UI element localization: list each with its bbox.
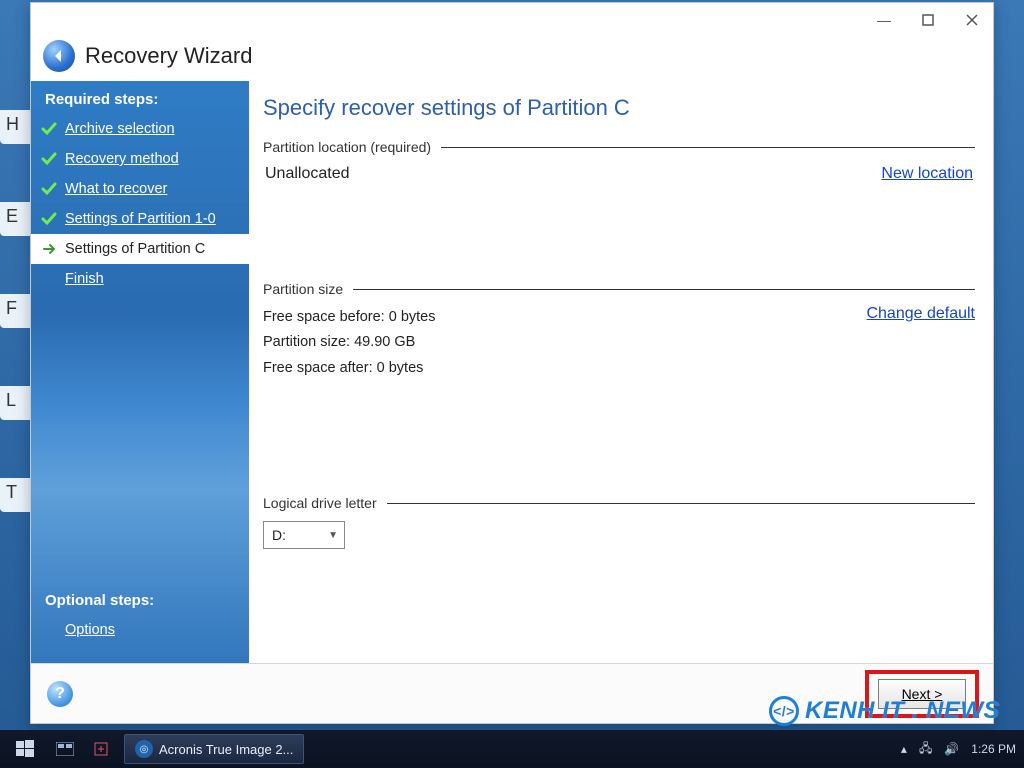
check-icon (41, 181, 57, 197)
partition-size-header: Partition size (263, 281, 975, 297)
step-label: Archive selection (65, 121, 175, 137)
partition-size-values: Free space before: 0 bytes Partition siz… (263, 305, 436, 381)
check-icon (41, 121, 57, 137)
maximize-button[interactable] (917, 9, 939, 31)
divider (353, 289, 975, 290)
step-options[interactable]: Options (31, 615, 249, 645)
divider (441, 147, 975, 148)
close-button[interactable] (961, 9, 983, 31)
page-title: Specify recover settings of Partition C (263, 95, 975, 121)
step-archive-selection[interactable]: Archive selection (31, 114, 249, 144)
partition-location-header: Partition location (required) (263, 139, 975, 155)
titlebar: — (31, 3, 993, 37)
optional-steps-list: Options (31, 615, 249, 645)
content-pane: Specify recover settings of Partition C … (249, 81, 993, 663)
clock[interactable]: 1:26 PM (971, 742, 1016, 756)
next-button[interactable]: Next > (878, 679, 966, 709)
recovery-wizard-dialog: — Recovery Wizard Required steps: Archiv… (30, 2, 994, 724)
partition-size-value: 49.90 GB (354, 334, 415, 350)
network-icon[interactable]: 🖧 (919, 739, 932, 760)
check-icon (41, 211, 57, 227)
wizard-title: Recovery Wizard (85, 43, 252, 69)
partition-location-value: Unallocated (265, 165, 350, 183)
step-label: Settings of Partition C (65, 241, 205, 257)
sidebar: Required steps: Archive selection Recove… (31, 81, 249, 663)
change-default-link[interactable]: Change default (866, 305, 975, 322)
volume-icon[interactable]: 🔊 (944, 742, 959, 756)
divider (387, 503, 975, 504)
dialog-footer: ? Next > (31, 663, 993, 723)
check-icon (41, 151, 57, 167)
windows-icon (15, 739, 35, 759)
step-label: Finish (65, 271, 104, 287)
required-steps-list: Archive selection Recovery method What t… (31, 114, 249, 294)
taskbar: ◎ Acronis True Image 2... ▴ 🖧 🔊 1:26 PM (0, 730, 1024, 768)
app-icon: ◎ (135, 740, 153, 758)
blank-icon (41, 622, 57, 638)
step-label: Settings of Partition 1-0 (65, 211, 216, 227)
minimize-button[interactable]: — (873, 9, 895, 31)
drive-letter-value: D: (272, 527, 286, 543)
step-label: What to recover (65, 181, 167, 197)
taskbar-app-acronis[interactable]: ◎ Acronis True Image 2... (124, 734, 304, 764)
step-recovery-method[interactable]: Recovery method (31, 144, 249, 174)
optional-steps-header: Optional steps: (31, 582, 249, 615)
back-button[interactable] (43, 40, 75, 72)
dialog-header: Recovery Wizard (31, 37, 993, 81)
tray-icon[interactable]: ▴ (901, 742, 907, 756)
step-finish[interactable]: Finish (31, 264, 249, 294)
step-label: Recovery method (65, 151, 179, 167)
step-label: Options (65, 622, 115, 638)
logical-drive-letter-header: Logical drive letter (263, 495, 975, 511)
step-settings-partition-c[interactable]: Settings of Partition C (31, 234, 249, 264)
step-what-to-recover[interactable]: What to recover (31, 174, 249, 204)
section-label: Logical drive letter (263, 495, 377, 511)
free-space-after-value: 0 bytes (377, 360, 424, 376)
start-button[interactable] (8, 735, 42, 763)
required-steps-header: Required steps: (31, 81, 249, 114)
taskview-icon[interactable] (52, 736, 78, 762)
chevron-down-icon: ▼ (328, 530, 338, 541)
blank-icon (41, 271, 57, 287)
arrow-right-icon (41, 241, 57, 257)
section-label: Partition location (required) (263, 139, 431, 155)
free-space-before-value: 0 bytes (389, 309, 436, 325)
taskbar-app-label: Acronis True Image 2... (159, 742, 293, 757)
next-button-highlight: Next > (865, 670, 979, 718)
drive-letter-select[interactable]: D: ▼ (263, 521, 345, 549)
section-label: Partition size (263, 281, 343, 297)
step-settings-partition-1-0[interactable]: Settings of Partition 1-0 (31, 204, 249, 234)
pinned-app-icon[interactable] (88, 736, 114, 762)
new-location-link[interactable]: New location (881, 165, 973, 183)
help-button[interactable]: ? (47, 681, 73, 707)
system-tray: ▴ 🖧 🔊 1:26 PM (901, 739, 1016, 760)
